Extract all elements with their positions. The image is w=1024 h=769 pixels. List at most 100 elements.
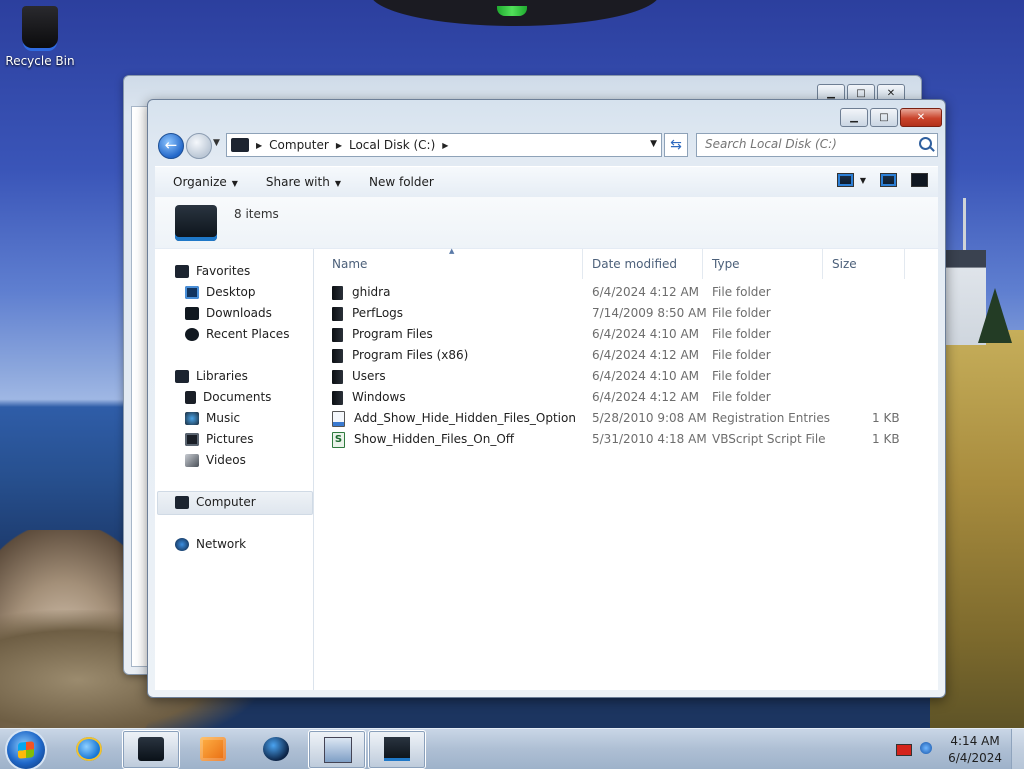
file-date: 6/4/2024 4:12 AM	[592, 348, 700, 362]
file-date: 6/4/2024 4:10 AM	[592, 327, 700, 341]
desktop-icon-recycle-bin[interactable]: Recycle Bin	[4, 6, 76, 68]
file-date: 5/28/2010 9:08 AM	[592, 411, 707, 425]
file-type: File folder	[712, 306, 771, 320]
minimize-button[interactable]: ▁	[840, 108, 868, 127]
network-status-icon[interactable]	[920, 742, 932, 754]
recycle-bin-icon	[22, 6, 58, 48]
action-center-icon[interactable]	[896, 744, 912, 756]
preview-pane-icon[interactable]	[880, 173, 897, 187]
breadcrumb-local-disk[interactable]: Local Disk (C:)	[349, 138, 435, 152]
taskbar-drive[interactable]	[368, 730, 426, 769]
change-view-icon[interactable]	[836, 173, 854, 187]
table-row[interactable]: Users 6/4/2024 4:10 AM File folder	[324, 366, 926, 387]
registry-file-icon	[332, 410, 345, 427]
back-arrow-icon[interactable]: ←	[158, 133, 184, 159]
share-with-button[interactable]: Share with ▼	[248, 175, 351, 189]
table-row[interactable]: Windows 6/4/2024 4:12 AM File folder	[324, 387, 926, 408]
clock[interactable]: 4:14 AM 6/4/2024	[948, 733, 1002, 767]
explorer-icon	[138, 737, 164, 761]
breadcrumb-chevron-icon[interactable]: ▶	[256, 141, 262, 150]
taskbar-internet-explorer[interactable]	[62, 730, 120, 769]
forward-arrow-icon[interactable]	[186, 133, 212, 159]
close-button[interactable]: ✕	[900, 108, 942, 127]
file-type: File folder	[712, 369, 771, 383]
drive-icon	[384, 737, 410, 761]
refresh-icon[interactable]: ⇆	[664, 133, 688, 157]
command-bar: Organize ▼ Share with ▼ New folder ▼	[155, 166, 938, 198]
internet-explorer-icon	[76, 737, 102, 761]
clock-date: 6/4/2024	[948, 751, 1002, 765]
show-desktop-button[interactable]	[1011, 729, 1024, 769]
column-header-type[interactable]: Type	[704, 249, 823, 279]
gadget-led	[497, 6, 527, 16]
file-date: 5/31/2010 4:18 AM	[592, 432, 707, 446]
nav-favorites[interactable]: Favorites	[175, 261, 250, 281]
folder-icon	[332, 348, 343, 363]
table-row[interactable]: Add_Show_Hide_Hidden_Files_Option 5/28/2…	[324, 408, 926, 429]
music-icon	[185, 411, 199, 425]
nav-music[interactable]: Music	[185, 408, 240, 428]
view-options-dropdown-icon[interactable]: ▼	[860, 176, 866, 185]
start-button[interactable]	[7, 731, 45, 769]
wallpaper-tree	[978, 288, 1012, 343]
column-header-size[interactable]: Size	[824, 249, 905, 279]
details-header: 8 items	[155, 197, 938, 248]
nav-libraries[interactable]: Libraries	[175, 366, 248, 386]
file-name: ghidra	[352, 285, 391, 299]
search-box[interactable]	[696, 133, 938, 157]
desktop-icon	[185, 285, 199, 299]
nav-desktop[interactable]: Desktop	[185, 282, 256, 302]
maximize-button[interactable]: □	[870, 108, 898, 127]
system-tray: 4:14 AM 6/4/2024	[874, 729, 1024, 769]
nav-documents[interactable]: Documents	[185, 387, 271, 407]
libraries-icon	[175, 369, 189, 383]
taskbar-network-globe[interactable]	[247, 730, 305, 769]
file-size: 1 KB	[872, 432, 900, 446]
navigation-pane: Favorites Desktop Downloads Recent Place…	[155, 249, 314, 690]
folder-icon	[332, 390, 343, 405]
search-icon[interactable]	[919, 137, 932, 150]
taskbar-remote-desktop[interactable]	[308, 730, 366, 769]
table-row[interactable]: Program Files (x86) 6/4/2024 4:12 AM Fil…	[324, 345, 926, 366]
view-buttons: ▼	[836, 173, 928, 187]
file-name: Show_Hidden_Files_On_Off	[354, 432, 515, 446]
file-name: Add_Show_Hide_Hidden_Files_Option	[354, 411, 576, 425]
table-row[interactable]: ghidra 6/4/2024 4:12 AM File folder	[324, 282, 926, 303]
table-row[interactable]: PerfLogs 7/14/2009 8:50 AM File folder	[324, 303, 926, 324]
column-header-name[interactable]: ▲ Name	[314, 247, 583, 279]
breadcrumb-chevron-icon[interactable]: ▶	[442, 141, 448, 150]
sort-ascending-icon: ▲	[449, 247, 455, 255]
item-count: 8 items	[234, 207, 279, 221]
network-globe-icon	[263, 737, 289, 761]
taskbar-explorer[interactable]	[122, 730, 180, 769]
recent-pages-dropdown-icon[interactable]: ▼	[213, 138, 220, 148]
column-header-date-modified[interactable]: Date modified	[584, 249, 703, 279]
table-row[interactable]: S Show_Hidden_Files_On_Off 5/31/2010 4:18…	[324, 429, 926, 450]
nav-pictures[interactable]: Pictures	[185, 429, 254, 449]
search-input[interactable]	[697, 134, 913, 154]
new-folder-button[interactable]: New folder	[351, 175, 444, 189]
taskbar-media-player[interactable]	[184, 730, 242, 769]
file-date: 6/4/2024 4:10 AM	[592, 369, 700, 383]
table-row[interactable]: Program Files 6/4/2024 4:10 AM File fold…	[324, 324, 926, 345]
file-type: VBScript Script File	[712, 432, 826, 446]
local-disk-drive-icon	[175, 205, 217, 241]
media-player-icon	[200, 737, 226, 761]
nav-videos[interactable]: Videos	[185, 450, 246, 470]
breadcrumb-computer[interactable]: Computer	[269, 138, 329, 152]
help-icon[interactable]	[911, 173, 928, 187]
organize-button[interactable]: Organize ▼	[155, 175, 248, 189]
nav-downloads[interactable]: Downloads	[185, 303, 272, 323]
breadcrumb-chevron-icon[interactable]: ▶	[336, 141, 342, 150]
folder-icon	[332, 327, 343, 342]
address-dropdown-icon[interactable]: ▼	[650, 139, 657, 149]
documents-icon	[185, 390, 196, 404]
address-bar[interactable]: ▶ Computer ▶ Local Disk (C:) ▶ ▼	[226, 133, 662, 157]
nav-recent-places[interactable]: Recent Places	[185, 324, 289, 344]
file-name: PerfLogs	[352, 306, 404, 320]
folder-icon	[332, 369, 343, 384]
vbscript-file-icon: S	[332, 431, 345, 448]
nav-network[interactable]: Network	[175, 534, 246, 554]
address-row: ← ▼ ▶ Computer ▶ Local Disk (C:) ▶ ▼ ⇆	[156, 131, 938, 159]
nav-computer[interactable]: Computer	[175, 492, 256, 512]
